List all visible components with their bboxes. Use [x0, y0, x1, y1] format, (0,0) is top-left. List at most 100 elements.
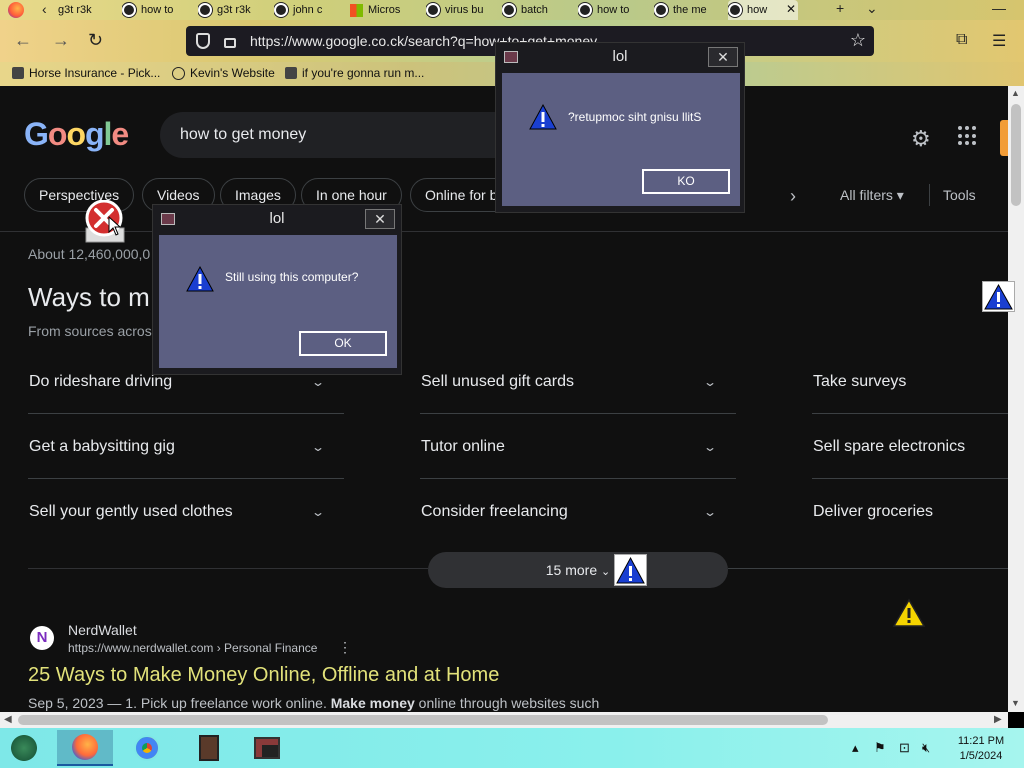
tab-5[interactable]: Micros [350, 0, 414, 20]
tab-7[interactable]: batch [502, 0, 566, 20]
all-filters-button[interactable]: All filters ▾ [840, 187, 904, 204]
tab-scroll-left-icon[interactable]: ‹ [42, 0, 47, 18]
tab-4[interactable]: john c [274, 0, 338, 20]
bookmark-kevins-website[interactable]: Kevin's Website [172, 66, 275, 80]
faq-item[interactable]: Sell unused gift cards ⌄ [421, 373, 721, 391]
tab-9[interactable]: the me [654, 0, 718, 20]
extensions-icon[interactable]: ⧉ [956, 31, 967, 49]
show-more-label: 15 more [545, 562, 598, 578]
microsoft-icon [350, 3, 363, 17]
calculator-icon [199, 735, 219, 761]
faq-item[interactable]: Deliver groceries [813, 503, 1003, 521]
taskbar-firefox[interactable] [57, 730, 113, 766]
tab-8[interactable]: how to [578, 0, 642, 20]
dialog-reversed: lol ✕ ?retupmoc siht gnisu llitS KO [495, 42, 745, 213]
divider [28, 568, 428, 569]
google-icon [654, 3, 668, 17]
google-apps-icon[interactable] [958, 126, 978, 146]
snippet-text: online through websites such [418, 695, 600, 711]
section-heading: Ways to m [28, 282, 150, 312]
faq-item[interactable]: Tutor online ⌄ [421, 438, 721, 456]
tab-label: how to [597, 4, 630, 16]
tab-label: Micros [368, 4, 401, 16]
google-icon [274, 3, 288, 17]
more-options-icon[interactable]: ⋮ [338, 639, 352, 656]
tab-1[interactable]: g3t r3k [58, 0, 108, 20]
faq-label: Sell spare electronics [813, 438, 966, 455]
result-stats: About 12,460,000,0 [28, 246, 151, 262]
tab-2[interactable]: how to [122, 0, 186, 20]
google-icon [426, 3, 440, 17]
taskbar-window[interactable] [239, 730, 295, 766]
faq-item[interactable]: Do rideshare driving ⌄ [29, 373, 329, 391]
logo-letter: e [111, 116, 129, 152]
faq-item[interactable]: Consider freelancing ⌄ [421, 503, 721, 521]
chevron-right-icon[interactable]: › [790, 186, 796, 207]
lock-icon[interactable] [224, 38, 236, 48]
tab-10-active[interactable]: how ✕ [728, 0, 798, 20]
vertical-scrollbar[interactable]: ▲ ▼ [1008, 86, 1024, 712]
flag-icon[interactable]: ⚑ [874, 740, 886, 756]
reload-icon[interactable]: ↻ [88, 30, 103, 51]
divider [420, 413, 736, 414]
show-more-button[interactable]: 15 more ⌄ [428, 552, 728, 588]
tab-label: g3t r3k [217, 4, 251, 16]
tools-button[interactable]: Tools [943, 187, 976, 203]
horse-icon [12, 67, 24, 79]
tab-list-icon[interactable]: ⌄ [866, 0, 878, 17]
scroll-up-icon[interactable]: ▲ [1011, 88, 1020, 98]
taskbar-calculator[interactable] [181, 730, 237, 766]
ok-button[interactable]: OK [299, 331, 387, 356]
settings-gear-icon[interactable]: ⚙ [911, 126, 931, 152]
faq-label: Do rideshare driving [29, 373, 173, 390]
tab-3[interactable]: g3t r3k [198, 0, 262, 20]
clock-time: 11:21 PM [957, 735, 1005, 747]
dialog-title: lol [269, 210, 285, 227]
chrome-icon [134, 735, 160, 761]
show-hidden-icons-icon[interactable]: ▴ [852, 740, 859, 756]
app-icon [161, 213, 175, 225]
google-logo[interactable]: Google [24, 116, 129, 153]
tab-bar: ‹ g3t r3k how to g3t r3k john c Micros v… [0, 0, 1024, 20]
bookmark-run-m[interactable]: if you're gonna run m... [285, 66, 424, 80]
scroll-thumb[interactable] [18, 715, 828, 725]
scroll-left-icon[interactable]: ◀ [4, 714, 12, 725]
scroll-right-icon[interactable]: ▶ [994, 714, 1002, 725]
sign-in-button[interactable] [1000, 120, 1008, 156]
warning-icon [892, 598, 926, 633]
menu-icon[interactable]: ☰ [992, 31, 1006, 51]
close-tab-icon[interactable]: ✕ [786, 2, 796, 16]
tab-6[interactable]: virus bu [426, 0, 490, 20]
ko-button[interactable]: KO [642, 169, 730, 194]
dialog-still-using: lol ✕ Still using this computer? OK [152, 204, 402, 375]
search-input[interactable]: how to get money [160, 112, 520, 158]
start-button[interactable] [8, 734, 40, 762]
shield-icon[interactable] [196, 33, 210, 49]
result-snippet: Sep 5, 2023 — 1. Pick up freelance work … [28, 695, 599, 711]
dialog-close-button[interactable]: ✕ [365, 209, 395, 229]
scroll-thumb[interactable] [1011, 104, 1021, 206]
faq-item[interactable]: Sell spare electronics [813, 438, 1003, 456]
minimize-icon[interactable]: — [992, 0, 1006, 16]
dialog-close-button[interactable]: ✕ [708, 47, 738, 67]
chevron-down-icon: ⌄ [601, 566, 611, 578]
new-tab-icon[interactable]: + [836, 0, 844, 16]
volume-muted-icon[interactable]: 🔇︎ [922, 740, 930, 756]
taskbar-chrome[interactable] [119, 730, 175, 766]
chevron-down-icon: ⌄ [702, 375, 718, 389]
logo-letter: G [24, 116, 49, 152]
result-title-link[interactable]: 25 Ways to Make Money Online, Offline an… [28, 664, 499, 687]
scroll-down-icon[interactable]: ▼ [1011, 698, 1020, 708]
faq-item[interactable]: Take surveys [813, 373, 1003, 391]
faq-item[interactable]: Sell your gently used clothes ⌄ [29, 503, 329, 521]
horizontal-scrollbar[interactable]: ◀ ▶ [0, 712, 1008, 728]
dialog-title: lol [612, 48, 628, 65]
bookmark-horse-insurance[interactable]: Horse Insurance - Pick... [12, 66, 160, 80]
clock[interactable]: 11:21 PM 1/5/2024 [946, 734, 1016, 764]
faq-label: Take surveys [813, 373, 907, 390]
bookmark-star-icon[interactable]: ☆ [850, 30, 866, 51]
back-icon[interactable]: ← [14, 30, 32, 51]
forward-icon[interactable]: → [52, 30, 70, 51]
network-icon[interactable]: ⊡ [899, 740, 910, 756]
faq-item[interactable]: Get a babysitting gig ⌄ [29, 438, 329, 456]
